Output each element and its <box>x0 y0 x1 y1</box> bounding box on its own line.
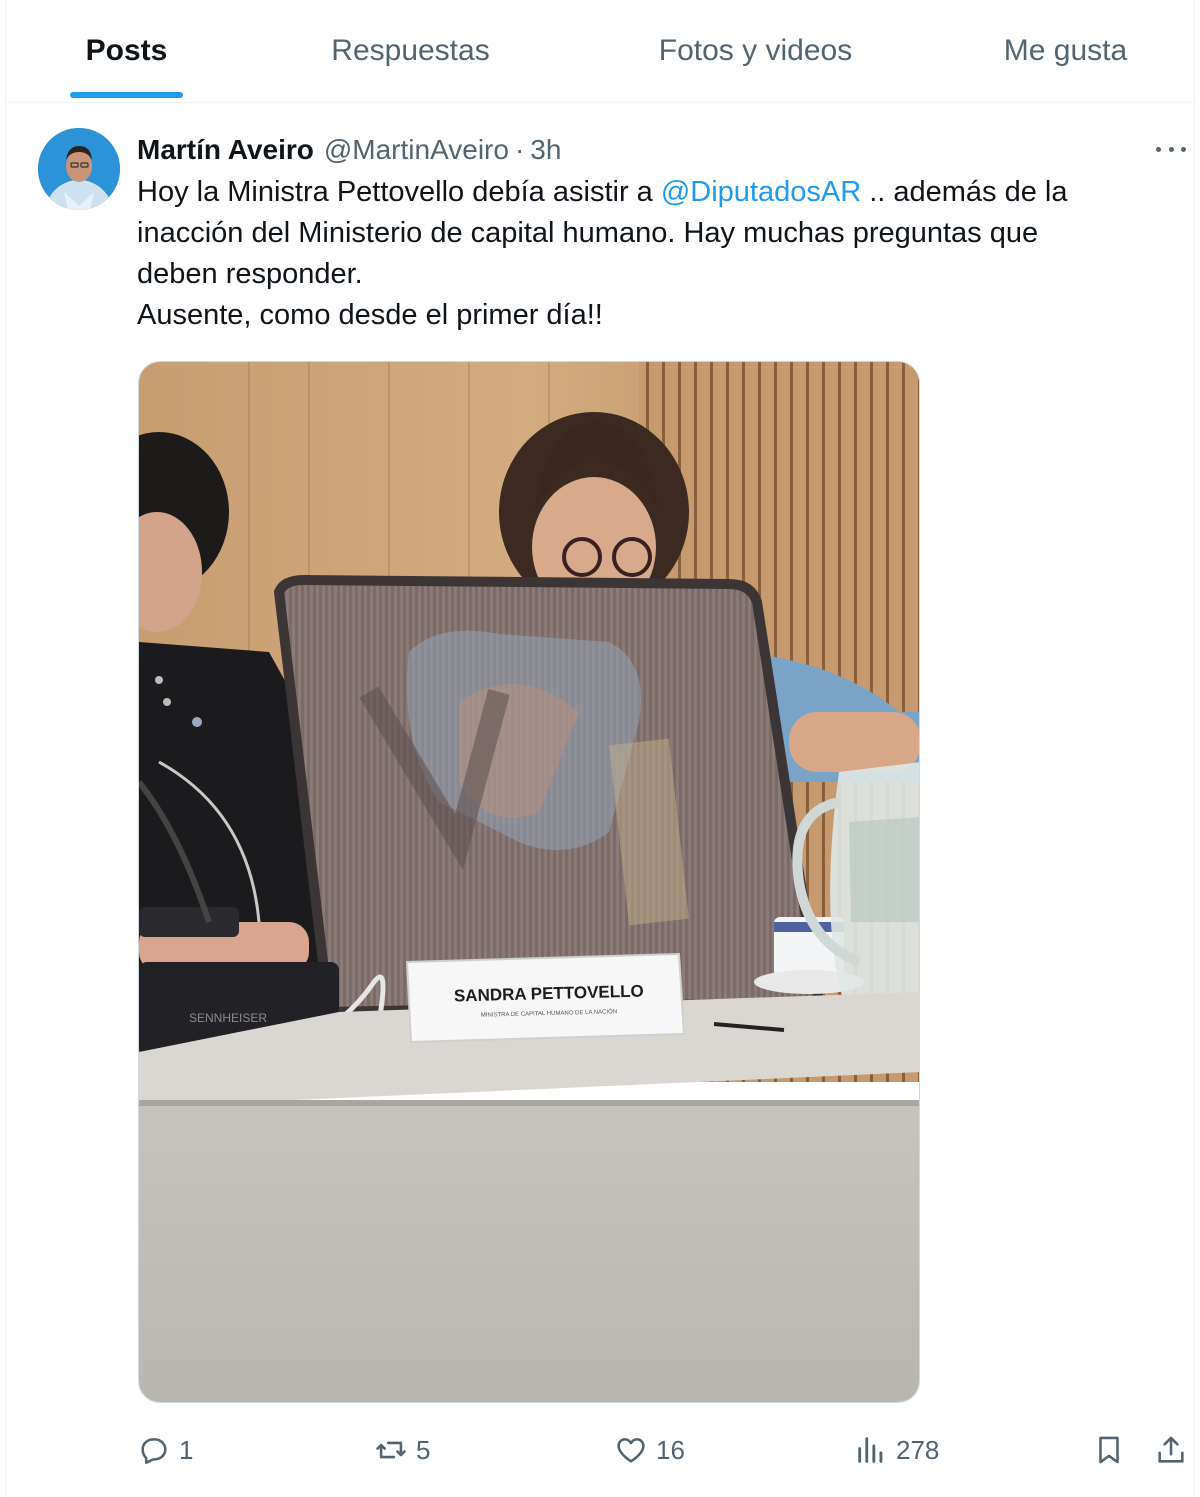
tab-posts-label: Posts <box>85 34 168 67</box>
share-icon <box>1158 1436 1184 1463</box>
post-text-line: deben responder. <box>137 258 363 290</box>
bookmark-icon <box>1099 1436 1119 1464</box>
repost-icon <box>376 1441 406 1459</box>
post-text-line: Hoy la Ministra Pettovello debía asistir… <box>137 172 1147 213</box>
tab-me-gusta-label: Me gusta <box>1003 34 1128 67</box>
tab-respuestas-label: Respuestas <box>331 34 490 67</box>
post-header: Martín Aveiro @MartinAveiro · 3h <box>137 130 561 170</box>
post-text-line: inacción del Ministerio de capital human… <box>137 217 1039 249</box>
tab-fotos-y-videos[interactable]: Fotos y videos <box>573 0 938 102</box>
heart-icon <box>617 1438 645 1463</box>
avatar[interactable] <box>38 128 120 210</box>
views-icon <box>858 1437 883 1463</box>
reply-button[interactable]: 1 <box>137 1425 193 1475</box>
reply-icon <box>141 1438 167 1465</box>
tab-fotos-label: Fotos y videos <box>658 34 853 67</box>
nameplate: SANDRA PETTOVELLO MINISTRA DE CAPITAL HU… <box>405 952 686 1044</box>
share-button[interactable] <box>1154 1425 1188 1475</box>
bookmark-button[interactable] <box>1092 1425 1126 1475</box>
like-button[interactable]: 16 <box>614 1425 685 1475</box>
microphone-brand: SENNHEISER <box>189 1011 267 1025</box>
repost-count: 5 <box>416 1434 431 1465</box>
post-text-segment: .. además de la <box>861 176 1068 208</box>
views-button[interactable]: 278 <box>854 1425 939 1475</box>
post-actions: 1 5 16 278 <box>0 1425 1200 1475</box>
like-count: 16 <box>656 1434 685 1465</box>
post-time[interactable]: 3h <box>530 134 561 166</box>
author-handle[interactable]: @MartinAveiro <box>324 134 509 166</box>
reply-count: 1 <box>179 1434 194 1465</box>
views-count: 278 <box>896 1434 940 1465</box>
mention-link[interactable]: @DiputadosAR <box>661 176 861 208</box>
author-name[interactable]: Martín Aveiro <box>137 134 314 166</box>
more-dots-icon[interactable] <box>1152 138 1190 160</box>
tab-posts[interactable]: Posts <box>5 0 248 102</box>
separator-dot: · <box>514 134 525 165</box>
post-text: Hoy la Ministra Pettovello debía asistir… <box>137 172 1147 336</box>
tab-me-gusta[interactable]: Me gusta <box>938 0 1193 102</box>
profile-tabs: Posts Respuestas Fotos y videos Me gusta <box>5 0 1195 103</box>
active-tab-indicator <box>70 92 183 98</box>
post-text-line: Ausente, como desde el primer día!! <box>137 299 603 331</box>
repost-button[interactable]: 5 <box>374 1425 430 1475</box>
post-text-segment: Hoy la Ministra Pettovello debía asistir… <box>137 176 661 208</box>
post-photo[interactable]: SENNHEISER SANDRA PETTOVELLO MINISTRA DE… <box>138 361 920 1403</box>
tab-respuestas[interactable]: Respuestas <box>248 0 573 102</box>
